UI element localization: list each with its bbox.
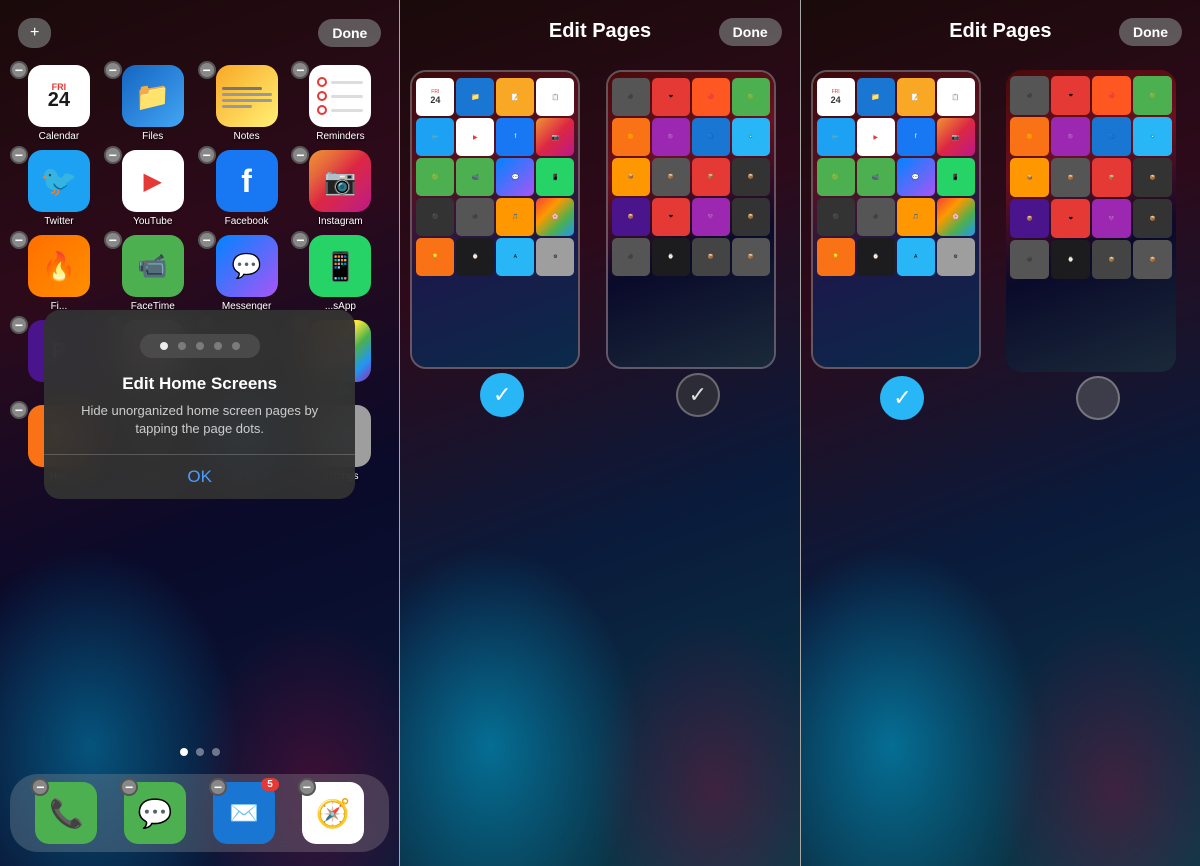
done-button[interactable]: Done — [318, 19, 381, 47]
dock-messages[interactable]: − 💬 — [124, 782, 186, 844]
fire-icon: 🔥 — [28, 235, 90, 297]
page-dot-5 — [232, 342, 240, 350]
app-facebook[interactable]: − f Facebook — [202, 150, 292, 227]
instagram-icon: 📷 — [309, 150, 371, 212]
app-notes[interactable]: − Notes — [202, 65, 292, 142]
top-bar: + Done — [0, 18, 399, 48]
facebook-icon: f — [216, 150, 278, 212]
calendar-num: 24 — [48, 90, 70, 110]
page-dot-1 — [160, 342, 168, 350]
page-thumb-1[interactable]: FRI24 📁 📝 📋 🐦 ▶ f 📷 🟢 📹 💬 📱 ⚫ — [410, 70, 594, 385]
page-dot-3 — [196, 342, 204, 350]
page-content-3: FRI24 📁 📝 📋 🐦 ▶ f 📷 🟢 📹 💬 📱 ⚫ — [813, 72, 979, 367]
page-thumb-2[interactable]: ⚫ ❤ 🔴 🟢 🟠 🟣 🔵 💠 📦 📦 📦 📦 📦 ❤ — [606, 70, 790, 385]
mail-badge: 5 — [261, 778, 279, 791]
page3-checkmark[interactable]: ✓ — [880, 376, 924, 420]
page-indicator-dot-1 — [180, 748, 188, 756]
page-thumb-4[interactable]: ⚫ ❤ 🔴 🟢 🟠 🟣 🔵 💠 📦 📦 📦 📦 📦 ❤ — [1006, 70, 1190, 388]
twitter-icon: 🐦 — [28, 150, 90, 212]
remove-badge[interactable]: − — [10, 401, 28, 419]
whatsapp-icon: 📱 — [309, 235, 371, 297]
facetime-icon: 📹 — [122, 235, 184, 297]
reminders-icon — [309, 65, 371, 127]
app-reminders[interactable]: − Reminders — [295, 65, 385, 142]
panel2-done-button[interactable]: Done — [719, 18, 782, 46]
remove-badge[interactable]: − — [291, 61, 309, 79]
notes-icon — [216, 65, 278, 127]
app-messenger[interactable]: − 💬 Messenger — [202, 235, 292, 312]
panel-1: + Done − FRI 24 Calendar − 📁 Files − — [0, 0, 399, 866]
pages-container-2: FRI24 📁 📝 📋 🐦 ▶ f 📷 🟢 📹 💬 📱 ⚫ — [410, 70, 789, 385]
page-thumb-3[interactable]: FRI24 📁 📝 📋 🐦 ▶ f 📷 🟢 📹 💬 📱 ⚫ — [811, 70, 995, 388]
page-thumb-inner-4: ⚫ ❤ 🔴 🟢 🟠 🟣 🔵 💠 📦 📦 📦 📦 📦 ❤ — [1006, 70, 1176, 372]
page-indicator-dot-2 — [196, 748, 204, 756]
page2-checkmark[interactable]: ✓ — [676, 373, 720, 417]
dialog-ok-button[interactable]: OK — [64, 455, 335, 499]
calendar-icon: FRI 24 — [28, 65, 90, 127]
page-dot-2 — [178, 342, 186, 350]
dialog-title: Edit Home Screens — [64, 374, 335, 394]
app-youtube[interactable]: − ▶ YouTube — [108, 150, 198, 227]
app-label-files: Files — [142, 131, 163, 142]
app-label-instagram: Instagram — [318, 216, 362, 227]
panel3-done-button[interactable]: Done — [1119, 18, 1182, 46]
page-indicator — [0, 748, 399, 756]
app-whatsapp[interactable]: − 📱 ...sApp — [295, 235, 385, 312]
remove-badge[interactable]: − — [298, 778, 316, 796]
app-fire[interactable]: − 🔥 Fi... — [14, 235, 104, 312]
dock: − 📞 − 💬 − ✉️ 5 − 🧭 — [10, 774, 389, 852]
page-content-1: FRI24 📁 📝 📋 🐦 ▶ f 📷 🟢 📹 💬 📱 ⚫ — [412, 72, 578, 367]
app-label-reminders: Reminders — [316, 131, 364, 142]
app-calendar[interactable]: − FRI 24 Calendar — [14, 65, 104, 142]
remove-badge[interactable]: − — [10, 146, 28, 164]
pages-container-3: FRI24 📁 📝 📋 🐦 ▶ f 📷 🟢 📹 💬 📱 ⚫ — [811, 70, 1190, 388]
remove-badge[interactable]: − — [209, 778, 227, 796]
remove-badge[interactable]: − — [198, 61, 216, 79]
app-label-twitter: Twitter — [44, 216, 73, 227]
remove-badge[interactable]: − — [291, 231, 309, 249]
remove-badge[interactable]: − — [291, 146, 309, 164]
dock-safari[interactable]: − 🧭 — [302, 782, 364, 844]
page-thumb-inner-2: ⚫ ❤ 🔴 🟢 🟠 🟣 🔵 💠 📦 📦 📦 📦 📦 ❤ — [606, 70, 776, 369]
page-thumb-inner-1: FRI24 📁 📝 📋 🐦 ▶ f 📷 🟢 📹 💬 📱 ⚫ — [410, 70, 580, 369]
remove-badge[interactable]: − — [198, 146, 216, 164]
dock-phone[interactable]: − 📞 — [35, 782, 97, 844]
remove-badge[interactable]: − — [10, 231, 28, 249]
dialog-dot-track — [140, 334, 260, 358]
app-label-facebook: Facebook — [225, 216, 269, 227]
app-facetime[interactable]: − 📹 FaceTime — [108, 235, 198, 312]
app-files[interactable]: − 📁 Files — [108, 65, 198, 142]
page-content-4: ⚫ ❤ 🔴 🟢 🟠 🟣 🔵 💠 📦 📦 📦 📦 📦 ❤ — [1006, 70, 1176, 372]
app-label-notes: Notes — [234, 131, 260, 142]
dock-mail[interactable]: − ✉️ 5 — [213, 782, 275, 844]
remove-badge[interactable]: − — [10, 61, 28, 79]
dialog-body: Hide unorganized home screen pages by ta… — [64, 402, 335, 438]
page4-checkmark[interactable] — [1076, 376, 1120, 420]
app-instagram[interactable]: − 📷 Instagram — [295, 150, 385, 227]
youtube-icon: ▶ — [122, 150, 184, 212]
page-content-2: ⚫ ❤ 🔴 🟢 🟠 🟣 🔵 💠 📦 📦 📦 📦 📦 ❤ — [608, 72, 774, 367]
remove-badge[interactable]: − — [10, 316, 28, 334]
remove-badge[interactable]: − — [104, 231, 122, 249]
messenger-icon: 💬 — [216, 235, 278, 297]
plus-icon: + — [30, 24, 39, 42]
files-icon: 📁 — [122, 65, 184, 127]
remove-badge[interactable]: − — [104, 146, 122, 164]
remove-badge[interactable]: − — [104, 61, 122, 79]
remove-badge[interactable]: − — [198, 231, 216, 249]
panel-2: Edit Pages Done FRI24 📁 📝 📋 🐦 ▶ — [400, 0, 799, 866]
app-twitter[interactable]: − 🐦 Twitter — [14, 150, 104, 227]
app-label-calendar: Calendar — [39, 131, 80, 142]
page-indicator-dot-3 — [212, 748, 220, 756]
panel-3: Edit Pages Done FRI24 📁 📝 📋 🐦 ▶ — [801, 0, 1200, 866]
page1-checkmark[interactable]: ✓ — [480, 373, 524, 417]
app-label-youtube: YouTube — [133, 216, 172, 227]
edit-home-screens-dialog: Edit Home Screens Hide unorganized home … — [44, 310, 355, 499]
page-thumb-inner-3: FRI24 📁 📝 📋 🐦 ▶ f 📷 🟢 📹 💬 📱 ⚫ — [811, 70, 981, 369]
add-button[interactable]: + — [18, 18, 51, 48]
page-dot-4 — [214, 342, 222, 350]
